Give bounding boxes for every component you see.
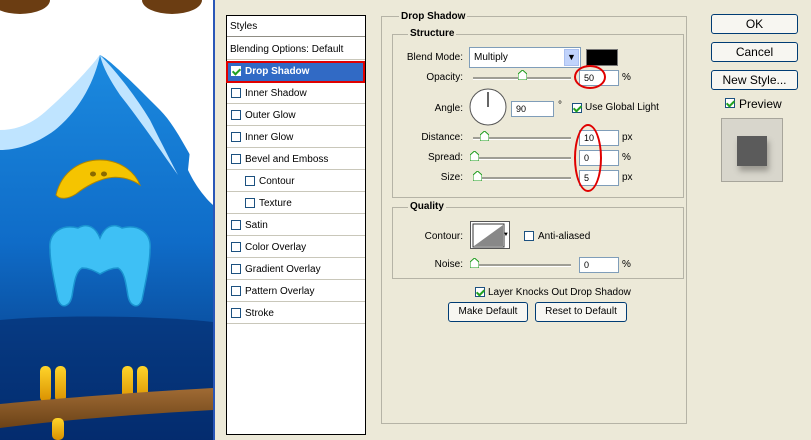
style-enable-checkbox[interactable]: [231, 264, 241, 274]
style-list-item-label: Inner Glow: [245, 132, 294, 143]
spread-unit: %: [622, 152, 631, 163]
style-list-item-label: Outer Glow: [245, 110, 296, 121]
style-list-item[interactable]: Pattern Overlay: [227, 281, 365, 302]
preview-label: Preview: [739, 97, 782, 111]
anti-aliased-checkbox[interactable]: [524, 231, 534, 241]
styles-list-header: Styles: [227, 16, 365, 37]
ok-button[interactable]: OK: [711, 14, 798, 34]
use-global-light-label: Use Global Light: [585, 102, 659, 113]
layer-knocks-out-checkbox[interactable]: [475, 287, 485, 297]
style-list-item[interactable]: Inner Glow: [227, 127, 365, 148]
contour-dropdown-arrow-icon[interactable]: ▼: [503, 222, 509, 248]
reset-to-default-button[interactable]: Reset to Default: [535, 302, 627, 322]
spread-label: Spread:: [427, 152, 463, 163]
angle-label: Angle:: [434, 103, 463, 114]
style-list-item-label: Texture: [259, 198, 292, 209]
style-enable-checkbox[interactable]: [231, 220, 241, 230]
style-list-item[interactable]: Color Overlay: [227, 237, 365, 258]
style-list-item[interactable]: Gradient Overlay: [227, 259, 365, 280]
style-list-item-label: Inner Shadow: [245, 88, 307, 99]
structure-title: Structure: [408, 28, 457, 39]
canvas-artwork: [0, 0, 213, 440]
anti-aliased-label: Anti-aliased: [538, 231, 591, 242]
style-list-item-label: Pattern Overlay: [245, 286, 315, 297]
opacity-label: Opacity:: [426, 72, 463, 83]
spread-slider-track[interactable]: [473, 157, 571, 160]
distance-slider-thumb[interactable]: [480, 131, 489, 141]
style-preview-thumbnail: [721, 118, 783, 182]
style-list-item-label: Gradient Overlay: [245, 264, 321, 275]
style-enable-checkbox[interactable]: [231, 308, 241, 318]
style-enable-checkbox[interactable]: [231, 154, 241, 164]
style-enable-checkbox[interactable]: [231, 242, 241, 252]
noise-slider-track[interactable]: [473, 264, 571, 267]
distance-label: Distance:: [421, 132, 463, 143]
style-list-item-label: Color Overlay: [245, 242, 307, 253]
noise-slider-thumb[interactable]: [470, 258, 479, 268]
angle-dial[interactable]: [469, 88, 507, 126]
opacity-highlight-ring: [574, 65, 606, 89]
use-global-light-checkbox[interactable]: [572, 103, 582, 113]
style-list-item[interactable]: Outer Glow: [227, 105, 365, 126]
angle-input[interactable]: 90: [511, 101, 554, 117]
drop-shadow-title: Drop Shadow: [399, 11, 468, 22]
style-enable-checkbox[interactable]: [245, 176, 255, 186]
new-style-button[interactable]: New Style...: [711, 70, 798, 90]
noise-input[interactable]: 0: [579, 257, 619, 273]
size-label: Size:: [440, 172, 463, 183]
style-list-item[interactable]: Inner Shadow: [227, 83, 365, 104]
opacity-unit: %: [622, 72, 631, 83]
noise-label: Noise:: [434, 259, 463, 270]
bird-illustration: [0, 0, 213, 440]
style-list-item-label: Blending Options: Default: [230, 44, 344, 55]
cancel-button[interactable]: Cancel: [711, 42, 798, 62]
contour-label: Contour:: [424, 231, 463, 242]
blend-mode-value: Multiply: [474, 52, 508, 63]
make-default-button[interactable]: Make Default: [448, 302, 528, 322]
shadow-color-swatch[interactable]: [586, 49, 618, 66]
style-list-item[interactable]: Texture: [227, 193, 365, 214]
opacity-slider-thumb[interactable]: [518, 70, 527, 80]
style-list-item-label: Contour: [259, 176, 295, 187]
size-unit: px: [622, 172, 633, 183]
style-list-item[interactable]: Contour: [227, 171, 365, 192]
styles-header-label: Styles: [230, 21, 258, 32]
style-enable-checkbox[interactable]: [245, 198, 255, 208]
contour-picker[interactable]: ▼: [470, 221, 510, 249]
drop-shadow-highlight-box: [226, 61, 365, 83]
quality-title: Quality: [408, 201, 446, 212]
preview-checkbox[interactable]: [725, 98, 735, 108]
size-slider-thumb[interactable]: [473, 171, 482, 181]
style-list-item[interactable]: Stroke: [227, 303, 365, 324]
blend-mode-select[interactable]: Multiply ▼: [469, 47, 581, 68]
style-list-item[interactable]: Satin: [227, 215, 365, 236]
chevron-down-icon[interactable]: ▼: [564, 49, 579, 66]
style-list-item-label: Bevel and Emboss: [245, 154, 329, 165]
size-slider-track[interactable]: [473, 177, 571, 180]
style-list-item-label: Satin: [245, 220, 268, 231]
distance-spread-size-highlight-ring: [574, 124, 602, 192]
blend-mode-label: Blend Mode:: [406, 52, 463, 63]
style-list-item[interactable]: Bevel and Emboss: [227, 149, 365, 170]
distance-unit: px: [622, 132, 633, 143]
style-list-item-label: Stroke: [245, 308, 274, 319]
style-enable-checkbox[interactable]: [231, 132, 241, 142]
layer-knocks-out-label: Layer Knocks Out Drop Shadow: [488, 287, 631, 298]
style-enable-checkbox[interactable]: [231, 110, 241, 120]
style-list-item[interactable]: Blending Options: Default: [227, 39, 365, 60]
spread-slider-thumb[interactable]: [470, 151, 479, 161]
style-enable-checkbox[interactable]: [231, 286, 241, 296]
angle-unit: °: [558, 100, 562, 111]
style-enable-checkbox[interactable]: [231, 88, 241, 98]
noise-unit: %: [622, 259, 631, 270]
